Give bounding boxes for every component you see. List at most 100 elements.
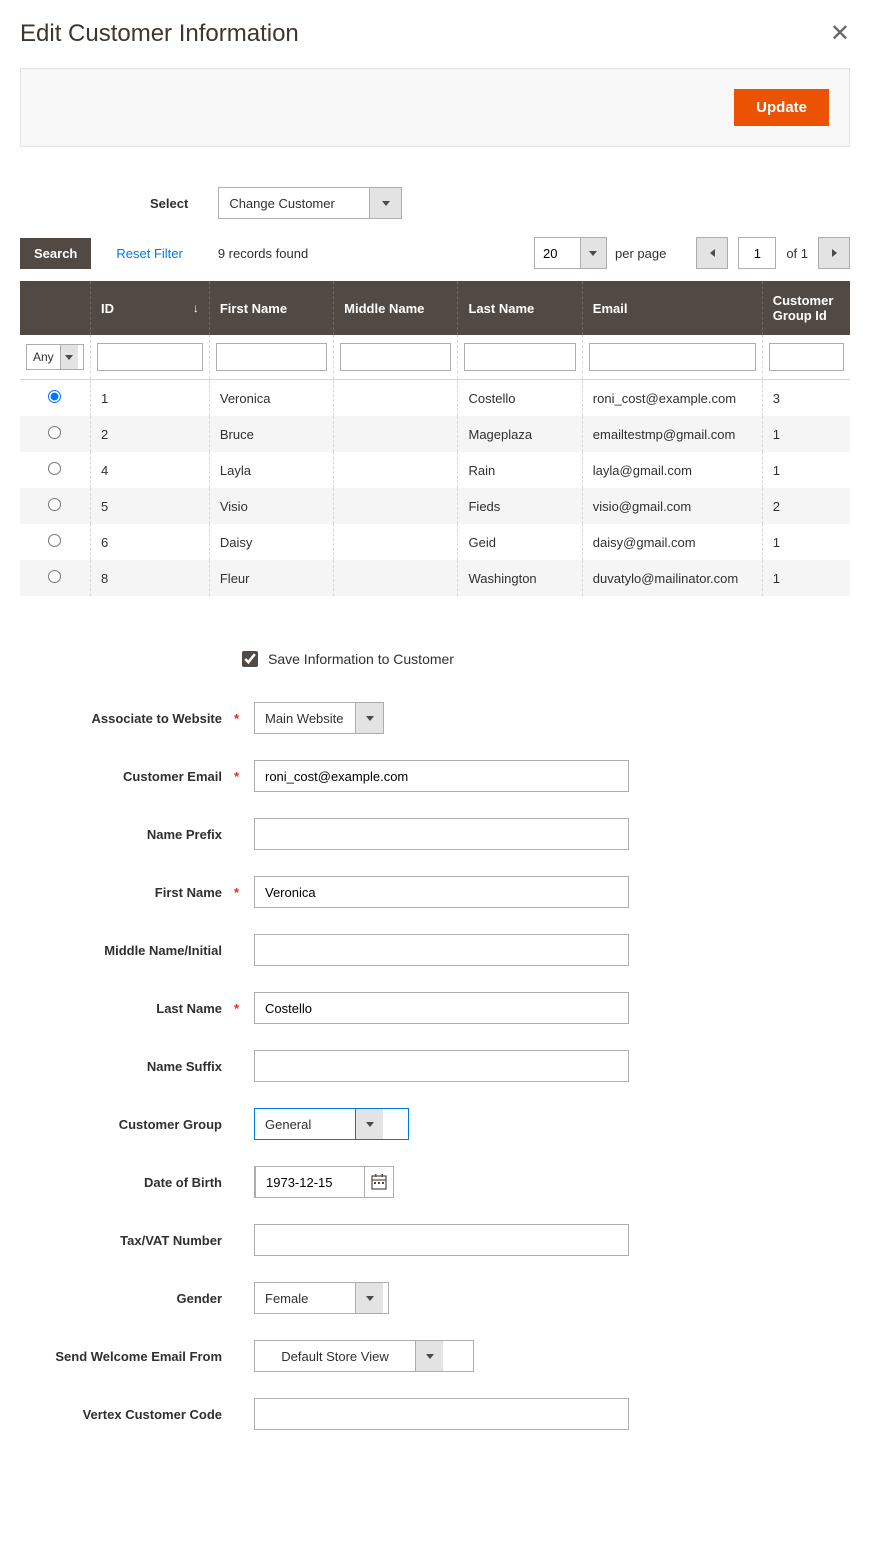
cell-last: Washington bbox=[458, 560, 582, 596]
last-label: Last Name bbox=[20, 1001, 230, 1016]
cell-id: 4 bbox=[90, 452, 209, 488]
chevron-down-icon bbox=[369, 188, 401, 218]
filter-first-input[interactable] bbox=[216, 343, 327, 371]
chevron-down-icon bbox=[355, 1109, 383, 1139]
search-button[interactable]: Search bbox=[20, 238, 91, 269]
filter-any-select[interactable]: Any bbox=[26, 344, 84, 370]
select-action-dropdown[interactable]: Change Customer bbox=[218, 187, 402, 219]
per-page-label: per page bbox=[615, 246, 666, 261]
col-select bbox=[20, 281, 90, 335]
cell-middle bbox=[334, 488, 458, 524]
calendar-icon[interactable] bbox=[365, 1174, 393, 1190]
cell-email: visio@gmail.com bbox=[582, 488, 762, 524]
page-size-select[interactable] bbox=[534, 237, 607, 269]
table-row[interactable]: 6DaisyGeiddaisy@gmail.com1 bbox=[20, 524, 850, 560]
page-number-input[interactable] bbox=[738, 237, 776, 269]
cell-group: 1 bbox=[762, 560, 850, 596]
modal-title: Edit Customer Information bbox=[20, 20, 299, 48]
cell-group: 1 bbox=[762, 416, 850, 452]
dob-label: Date of Birth bbox=[20, 1175, 230, 1190]
filter-group-input[interactable] bbox=[769, 343, 844, 371]
cell-last: Costello bbox=[458, 380, 582, 417]
chevron-down-icon bbox=[355, 1283, 383, 1313]
dob-input-wrapper[interactable] bbox=[254, 1166, 394, 1198]
col-group[interactable]: Customer Group Id bbox=[762, 281, 850, 335]
gender-label: Gender bbox=[20, 1291, 230, 1306]
cell-email: emailtestmp@gmail.com bbox=[582, 416, 762, 452]
close-icon[interactable]: ✕ bbox=[830, 22, 850, 46]
cell-email: duvatylo@mailinator.com bbox=[582, 560, 762, 596]
col-first[interactable]: First Name bbox=[209, 281, 333, 335]
row-radio[interactable] bbox=[48, 498, 61, 511]
save-info-label: Save Information to Customer bbox=[268, 651, 454, 667]
cell-group: 1 bbox=[762, 524, 850, 560]
email-label: Customer Email bbox=[20, 769, 230, 784]
sort-down-icon: ↓ bbox=[193, 301, 199, 315]
middle-input[interactable] bbox=[254, 934, 629, 966]
last-input[interactable] bbox=[254, 992, 629, 1024]
table-row[interactable]: 4LaylaRainlayla@gmail.com1 bbox=[20, 452, 850, 488]
filter-email-input[interactable] bbox=[589, 343, 756, 371]
vertex-label: Vertex Customer Code bbox=[20, 1407, 230, 1422]
col-middle[interactable]: Middle Name bbox=[334, 281, 458, 335]
cell-group: 1 bbox=[762, 452, 850, 488]
cell-id: 1 bbox=[90, 380, 209, 417]
suffix-input[interactable] bbox=[254, 1050, 629, 1082]
website-select[interactable]: Main Website bbox=[254, 702, 384, 734]
action-bar: Update bbox=[20, 68, 850, 147]
col-last[interactable]: Last Name bbox=[458, 281, 582, 335]
filter-id-input[interactable] bbox=[97, 343, 203, 371]
cell-first: Daisy bbox=[209, 524, 333, 560]
prev-page-button[interactable] bbox=[696, 237, 728, 269]
vertex-input[interactable] bbox=[254, 1398, 629, 1430]
row-radio[interactable] bbox=[48, 534, 61, 547]
gender-select[interactable]: Female bbox=[254, 1282, 389, 1314]
tax-label: Tax/VAT Number bbox=[20, 1233, 230, 1248]
page-size-input[interactable] bbox=[535, 238, 580, 268]
cell-middle bbox=[334, 380, 458, 417]
cell-first: Layla bbox=[209, 452, 333, 488]
cell-last: Mageplaza bbox=[458, 416, 582, 452]
filter-last-input[interactable] bbox=[464, 343, 575, 371]
cell-first: Veronica bbox=[209, 380, 333, 417]
cell-middle bbox=[334, 524, 458, 560]
customers-table: ID↓ First Name Middle Name Last Name Ema… bbox=[20, 281, 850, 596]
table-row[interactable]: 8FleurWashingtonduvatylo@mailinator.com1 bbox=[20, 560, 850, 596]
cell-last: Geid bbox=[458, 524, 582, 560]
cell-email: roni_cost@example.com bbox=[582, 380, 762, 417]
save-info-checkbox[interactable] bbox=[242, 651, 258, 667]
suffix-label: Name Suffix bbox=[20, 1059, 230, 1074]
table-row[interactable]: 5VisioFiedsvisio@gmail.com2 bbox=[20, 488, 850, 524]
row-radio[interactable] bbox=[48, 570, 61, 583]
table-row[interactable]: 1Veronica Costelloroni_cost@example.com3 bbox=[20, 380, 850, 417]
row-radio[interactable] bbox=[48, 426, 61, 439]
cell-group: 3 bbox=[762, 380, 850, 417]
middle-label: Middle Name/Initial bbox=[20, 943, 230, 958]
select-action-value: Change Customer bbox=[219, 188, 369, 218]
welcome-select[interactable]: Default Store View bbox=[254, 1340, 474, 1372]
row-radio[interactable] bbox=[48, 462, 61, 475]
update-button[interactable]: Update bbox=[734, 89, 829, 126]
cell-last: Fieds bbox=[458, 488, 582, 524]
reset-filter-link[interactable]: Reset Filter bbox=[116, 246, 182, 261]
col-email[interactable]: Email bbox=[582, 281, 762, 335]
group-select[interactable]: General bbox=[254, 1108, 409, 1140]
cell-middle bbox=[334, 560, 458, 596]
records-found-text: 9 records found bbox=[218, 246, 308, 261]
group-label: Customer Group bbox=[20, 1117, 230, 1132]
chevron-left-icon bbox=[710, 249, 715, 257]
filter-middle-input[interactable] bbox=[340, 343, 451, 371]
chevron-right-icon bbox=[832, 249, 837, 257]
first-input[interactable] bbox=[254, 876, 629, 908]
table-row[interactable]: 2BruceMageplazaemailtestmp@gmail.com1 bbox=[20, 416, 850, 452]
tax-input[interactable] bbox=[254, 1224, 629, 1256]
cell-middle bbox=[334, 416, 458, 452]
dob-input[interactable] bbox=[255, 1166, 365, 1198]
col-id[interactable]: ID↓ bbox=[90, 281, 209, 335]
chevron-down-icon bbox=[415, 1341, 443, 1371]
next-page-button[interactable] bbox=[818, 237, 850, 269]
row-radio[interactable] bbox=[48, 390, 61, 403]
email-input[interactable] bbox=[254, 760, 629, 792]
prefix-input[interactable] bbox=[254, 818, 629, 850]
cell-id: 6 bbox=[90, 524, 209, 560]
